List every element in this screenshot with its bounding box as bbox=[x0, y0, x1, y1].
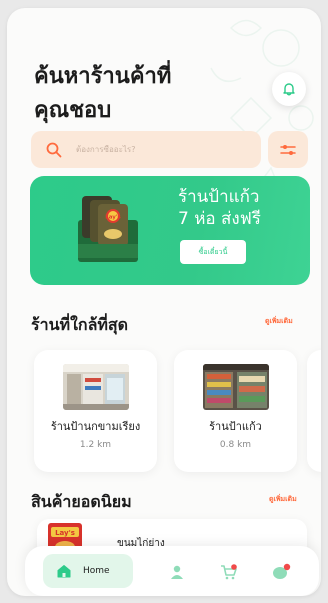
banner-line1: ร้านป้าแก้ว bbox=[178, 187, 260, 207]
product-brand-text: Lay's bbox=[55, 529, 75, 537]
popular-section-title: สินค้ายอดนิยม bbox=[31, 492, 132, 511]
store-photo bbox=[62, 364, 129, 410]
store-card[interactable]: ร้านป้าแก้ว 0.8 km bbox=[174, 350, 297, 472]
chat-icon bbox=[273, 563, 291, 579]
search-icon bbox=[46, 142, 62, 157]
banner-headline: ร้านป้าแก้ว 7 ห่อ ส่งฟรี bbox=[178, 186, 261, 230]
store-card[interactable]: ร้านป้านกขามเรียง 1.2 km bbox=[34, 350, 157, 472]
notification-button[interactable] bbox=[272, 72, 306, 106]
banner-line2: 7 ห่อ ส่งฟรี bbox=[178, 209, 261, 229]
store-distance: 1.2 km bbox=[79, 440, 112, 450]
store-photo bbox=[202, 364, 269, 410]
store-distance: 0.8 km bbox=[219, 440, 252, 450]
profile-icon bbox=[171, 565, 183, 579]
nearby-section-title: ร้านที่ใกล้ที่สุด bbox=[31, 315, 129, 334]
chips-brand-text: Lay's bbox=[105, 215, 121, 221]
nav-home-label: Home bbox=[83, 566, 110, 576]
page-title-line2: คุณชอบ bbox=[34, 98, 112, 123]
store-name: ร้านป้าแก้ว bbox=[209, 420, 262, 433]
nearby-see-more-link[interactable]: ดูเพิ่มเติม bbox=[265, 316, 293, 327]
bottom-nav-bar: Home bbox=[25, 546, 319, 596]
home-icon bbox=[57, 565, 71, 578]
page-title-line1: ค้นหาร้านค้าที่ bbox=[34, 64, 172, 89]
popular-see-more-link[interactable]: ดูเพิ่มเติม bbox=[269, 494, 297, 505]
search-bar[interactable] bbox=[31, 131, 261, 168]
promo-banner[interactable]: Lay's ร้านป้าแก้ว 7 ห่อ ส่งฟรี ซื้อเดี๋ย… bbox=[30, 176, 310, 285]
nav-profile-button[interactable] bbox=[165, 560, 189, 584]
filter-icon bbox=[280, 144, 296, 155]
bell-icon bbox=[283, 83, 295, 96]
store-name: ร้านป้านกขามเรียง bbox=[50, 420, 141, 433]
store-card-partial[interactable] bbox=[307, 350, 321, 472]
filter-button[interactable] bbox=[268, 131, 308, 168]
page-title: ค้นหาร้านค้าที่ คุณชอบ bbox=[34, 60, 171, 128]
nav-chat-button[interactable] bbox=[270, 560, 294, 584]
chips-image: Lay's bbox=[78, 196, 138, 262]
search-input[interactable] bbox=[76, 145, 226, 154]
cart-icon bbox=[221, 564, 237, 580]
nav-home-button[interactable]: Home bbox=[43, 554, 133, 588]
nav-cart-button[interactable] bbox=[217, 560, 241, 584]
buy-now-button[interactable]: ซื้อเดี๋ยวนี้ bbox=[180, 240, 246, 264]
app-screen: ค้นหาร้านค้าที่ คุณชอบ ต้องการซื้ออะไร? … bbox=[7, 8, 321, 596]
